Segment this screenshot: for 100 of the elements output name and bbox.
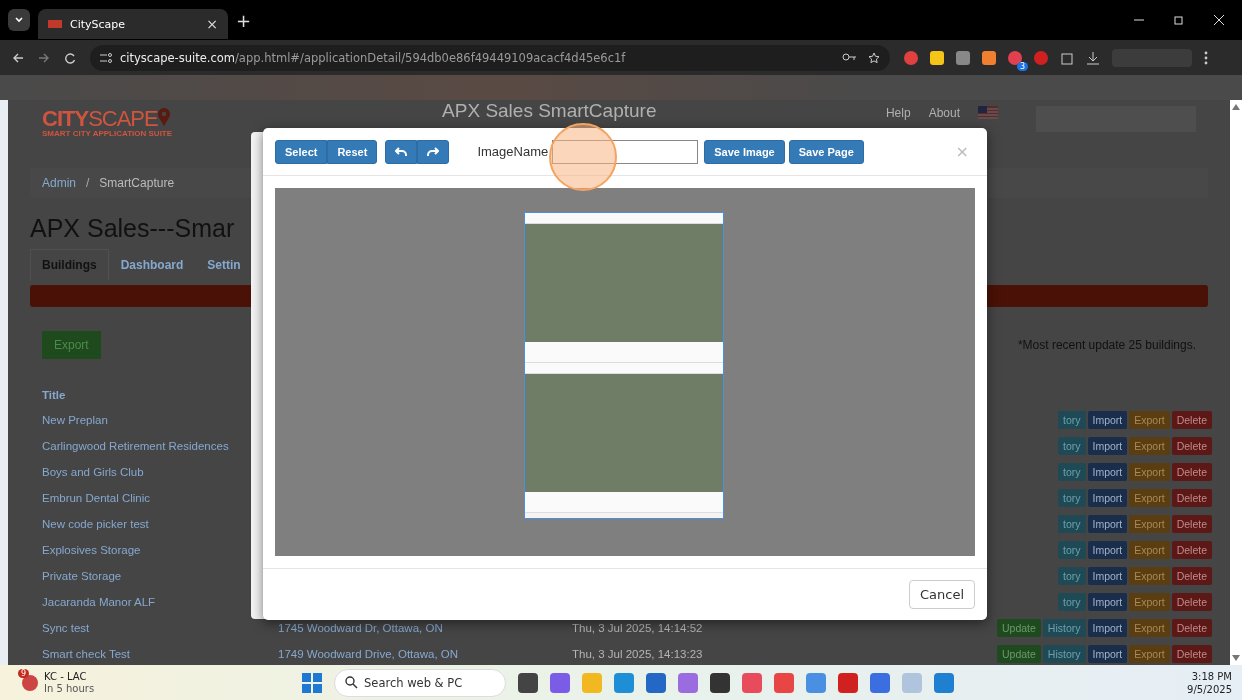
import-button[interactable]: Import xyxy=(1087,541,1128,559)
delete-button[interactable]: Delete xyxy=(1171,515,1212,533)
image-name-field[interactable] xyxy=(552,139,699,164)
extension-badge: 3 xyxy=(1016,61,1028,71)
export-button[interactable]: Export xyxy=(1129,463,1170,481)
export-button[interactable]: Export xyxy=(1129,515,1170,533)
new-tab-button[interactable]: + xyxy=(236,9,252,31)
address-cell: 1745 Woodward Dr, Ottawa, ON xyxy=(278,622,443,634)
more-menu-icon[interactable] xyxy=(1204,50,1208,65)
history-button[interactable]: History xyxy=(1042,619,1086,637)
clock-date[interactable]: 9/5/2025 xyxy=(1187,682,1232,696)
widget-subtitle: In 5 hours xyxy=(44,682,95,694)
nav-link[interactable]: About xyxy=(928,106,960,120)
extension-icon[interactable] xyxy=(930,50,944,65)
windows-logo-icon[interactable] xyxy=(302,672,322,693)
scrollbar[interactable] xyxy=(1230,100,1242,665)
star-icon[interactable] xyxy=(868,51,880,64)
tab-close-button[interactable]: × xyxy=(206,16,218,32)
address-bar[interactable]: cityscape-suite.com/app.html#/applicationDetail/594db0e86f49449109acacf4d45e6c1f xyxy=(90,44,890,71)
page-tab[interactable]: Settin xyxy=(195,249,253,281)
export-button[interactable]: Export xyxy=(1129,593,1170,611)
select-button[interactable]: Select xyxy=(275,139,328,164)
scroll-down-icon[interactable] xyxy=(1232,655,1240,661)
download-icon[interactable] xyxy=(1086,50,1100,65)
import-button[interactable]: Import xyxy=(1087,437,1128,455)
taskbar-search-field[interactable]: Search web & PC xyxy=(334,668,506,697)
history-button[interactable]: tory xyxy=(1058,411,1086,429)
nav-link[interactable]: Help xyxy=(885,106,911,120)
cancel-button[interactable]: Cancel xyxy=(908,580,975,609)
save-page-button[interactable]: Save Page xyxy=(788,139,864,164)
undo-arrow-icon xyxy=(395,146,408,157)
address-cell: 1749 Woodward Drive, Ottawa, ON xyxy=(278,648,459,660)
taskbar-app-icon[interactable] xyxy=(646,672,666,693)
import-button[interactable]: Import xyxy=(1087,645,1128,663)
forward-arrow-icon[interactable] xyxy=(38,51,50,64)
delete-button[interactable]: Delete xyxy=(1171,645,1212,663)
redo-arrow-icon xyxy=(427,146,440,157)
export-button[interactable]: Export xyxy=(1129,437,1170,455)
import-button[interactable]: Import xyxy=(1087,515,1128,533)
delete-button[interactable]: Delete xyxy=(1171,437,1212,455)
delete-button[interactable]: Delete xyxy=(1171,619,1212,637)
import-button[interactable]: Import xyxy=(1087,463,1128,481)
update-button[interactable]: Update xyxy=(997,619,1041,637)
clock-time[interactable]: 3:18 PM xyxy=(1191,669,1232,683)
key-icon[interactable] xyxy=(842,51,856,62)
delete-button[interactable]: Delete xyxy=(1171,463,1212,481)
restore-icon[interactable] xyxy=(1174,15,1184,25)
undo-button[interactable] xyxy=(385,139,418,164)
close-icon[interactable] xyxy=(1214,15,1224,25)
image-name-label: ImageName xyxy=(477,144,549,159)
history-button[interactable]: tory xyxy=(1058,541,1086,559)
export-button[interactable]: Export xyxy=(1129,567,1170,585)
history-button[interactable]: tory xyxy=(1058,567,1086,585)
breadcrumb-separator: / xyxy=(86,176,90,190)
delete-button[interactable]: Delete xyxy=(1171,593,1212,611)
redo-button[interactable] xyxy=(417,139,450,164)
save-image-button[interactable]: Save Image xyxy=(704,139,785,164)
taskbar-app-icon[interactable] xyxy=(838,672,858,693)
capture-canvas[interactable] xyxy=(275,188,975,557)
export-button[interactable]: Export xyxy=(1129,489,1170,507)
delete-button[interactable]: Delete xyxy=(1171,489,1212,507)
export-button[interactable]: Export xyxy=(1129,619,1170,637)
taskbar-app-icon[interactable] xyxy=(710,672,730,693)
title-link[interactable]: Sync test xyxy=(42,622,278,634)
delete-button[interactable]: Delete xyxy=(1171,541,1212,559)
extension-icon[interactable] xyxy=(982,50,996,65)
back-arrow-icon[interactable] xyxy=(12,51,24,64)
taskbar-app-icon[interactable] xyxy=(518,672,538,693)
export-button[interactable]: Export xyxy=(42,331,101,359)
history-button[interactable]: tory xyxy=(1058,515,1086,533)
chevron-down-icon xyxy=(14,15,24,25)
import-button[interactable]: Import xyxy=(1087,593,1128,611)
import-button[interactable]: Import xyxy=(1087,411,1128,429)
site-favicon-icon xyxy=(48,20,62,28)
import-button[interactable]: Import xyxy=(1087,489,1128,507)
history-button[interactable]: tory xyxy=(1058,593,1086,611)
history-button[interactable]: tory xyxy=(1058,489,1086,507)
reload-icon[interactable] xyxy=(64,51,76,64)
widget-title[interactable]: KC - LAC xyxy=(44,671,95,683)
history-button[interactable]: History xyxy=(1042,645,1086,663)
extension-icon[interactable] xyxy=(956,50,970,65)
page-tab[interactable]: Dashboard xyxy=(108,249,196,281)
reset-button[interactable]: Reset xyxy=(327,139,378,164)
update-button[interactable]: Update xyxy=(997,645,1041,663)
tab-list-button[interactable] xyxy=(8,9,30,31)
delete-button[interactable]: Delete xyxy=(1171,567,1212,585)
export-button[interactable]: Export xyxy=(1129,645,1170,663)
breadcrumb-link[interactable]: Admin xyxy=(42,176,76,190)
history-button[interactable]: tory xyxy=(1058,437,1086,455)
import-button[interactable]: Import xyxy=(1087,567,1128,585)
browser-tab[interactable]: CityScape × xyxy=(38,9,228,39)
export-button[interactable]: Export xyxy=(1129,411,1170,429)
page-preview-drawing[interactable] xyxy=(524,212,724,520)
scroll-up-icon[interactable] xyxy=(1232,104,1240,110)
export-button[interactable]: Export xyxy=(1129,541,1170,559)
import-button[interactable]: Import xyxy=(1087,619,1128,637)
title-link[interactable]: Smart check Test xyxy=(42,648,278,660)
cityscape-logo[interactable]: CITYSCAPE SMART CITY APPLICATION SUITE xyxy=(42,108,173,138)
history-button[interactable]: tory xyxy=(1058,463,1086,481)
delete-button[interactable]: Delete xyxy=(1171,411,1212,429)
